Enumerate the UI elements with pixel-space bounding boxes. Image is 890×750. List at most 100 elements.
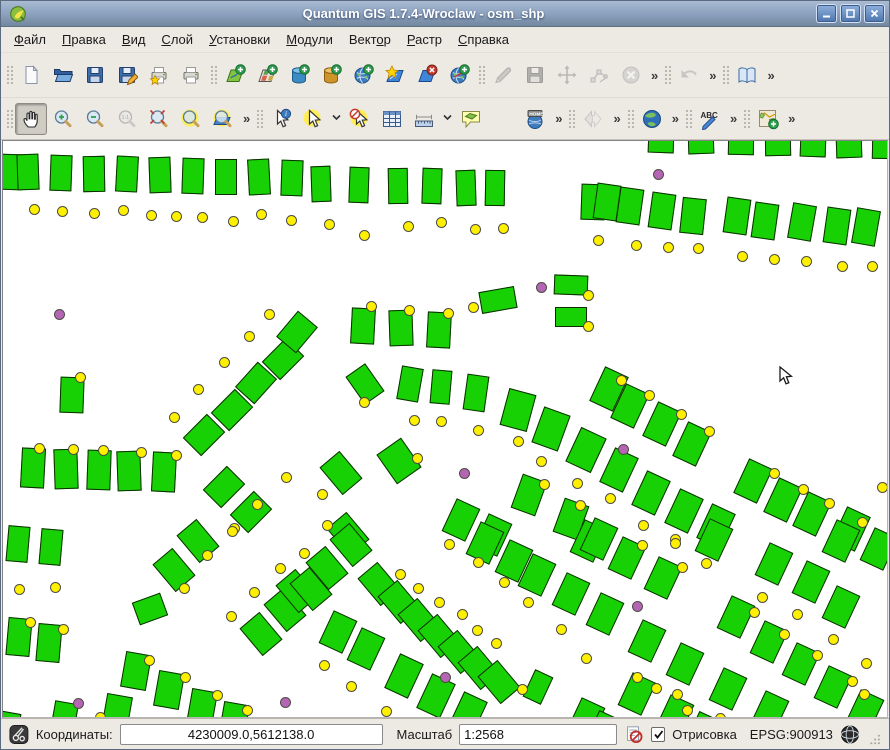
select-button[interactable] [297, 103, 329, 135]
map-canvas[interactable] [2, 140, 888, 718]
building-polygon [728, 140, 754, 155]
toolbar-drag-handle[interactable] [209, 64, 217, 86]
globe-plugin-button[interactable] [636, 103, 668, 135]
composer-manager-button[interactable] [175, 59, 207, 91]
building-polygon [463, 374, 490, 413]
add-spatialite-button[interactable] [315, 59, 347, 91]
zoom-full-button[interactable] [143, 103, 175, 135]
minimize-button[interactable] [816, 4, 837, 23]
menu-правка[interactable]: Правка [55, 29, 113, 50]
zoom-in-button[interactable] [47, 103, 79, 135]
poi-point [749, 607, 760, 618]
coordinates-input[interactable] [120, 724, 383, 745]
close-button[interactable] [864, 4, 885, 23]
print-composer-button[interactable] [143, 59, 175, 91]
toolbar-drag-handle[interactable] [721, 64, 729, 86]
toolbar-overflow-chevron[interactable]: » [705, 68, 719, 83]
remove-layer-button[interactable] [411, 59, 443, 91]
stop-render-icon[interactable] [624, 724, 644, 745]
pan-button[interactable] [15, 103, 47, 135]
zoom-native-button[interactable]: 1:1 [111, 103, 143, 135]
menu-вид[interactable]: Вид [115, 29, 153, 50]
building-polygon [644, 556, 683, 600]
add-vector-button[interactable] [219, 59, 251, 91]
toolbar-drag-handle[interactable] [255, 108, 263, 130]
zoom-layer-button[interactable] [175, 103, 207, 135]
svg-text:HOME: HOME [529, 111, 544, 117]
delete-selected-button[interactable] [615, 59, 647, 91]
menu-справка[interactable]: Справка [451, 29, 516, 50]
add-wms-button[interactable] [347, 59, 379, 91]
crs-status-icon[interactable] [840, 724, 860, 745]
poi-point [616, 375, 627, 386]
maximize-button[interactable] [840, 4, 861, 23]
undo-button[interactable] [673, 59, 705, 91]
dropdown-caret[interactable] [329, 110, 344, 128]
node-tool-button[interactable] [583, 59, 615, 91]
menu-вектор[interactable]: Вектор [342, 29, 398, 50]
offline-editing-button[interactable] [577, 103, 609, 135]
menu-слой[interactable]: Слой [154, 29, 200, 50]
current-edits-icon[interactable] [9, 724, 29, 745]
add-raster-button[interactable] [251, 59, 283, 91]
building-polygon [347, 627, 386, 671]
toolbar-overflow-chevron[interactable]: » [609, 111, 623, 126]
zoom-selection-button[interactable] [207, 103, 239, 135]
poi-point [498, 223, 509, 234]
toolbar-drag-handle[interactable] [5, 64, 13, 86]
building-polygon [38, 528, 63, 566]
new-shapefile-button[interactable] [379, 59, 411, 91]
save-button[interactable] [79, 59, 111, 91]
toggle-editing-button[interactable] [487, 59, 519, 91]
save-as-button[interactable] [111, 59, 143, 91]
osm-plugin-button[interactable] [752, 103, 784, 135]
bookmark-new-button[interactable] [487, 103, 519, 135]
deselect-button[interactable] [344, 103, 376, 135]
dropdown-caret[interactable] [440, 110, 455, 128]
add-postgis-button[interactable] [283, 59, 315, 91]
save-edits-button[interactable] [519, 59, 551, 91]
building-polygon [872, 140, 888, 159]
building-polygon [765, 140, 791, 156]
toolbar-overflow-chevron[interactable]: » [647, 68, 661, 83]
attr-table-button[interactable] [376, 103, 408, 135]
poi-point [226, 611, 237, 622]
toolbar-drag-handle[interactable] [663, 64, 671, 86]
toolbar-drag-handle[interactable] [567, 108, 575, 130]
measure-button[interactable] [408, 103, 440, 135]
toolbar-overflow-chevron[interactable]: » [668, 111, 682, 126]
menu-модули[interactable]: Модули [279, 29, 340, 50]
toolbar-overflow-chevron[interactable]: » [726, 111, 740, 126]
toolbar-drag-handle[interactable] [684, 108, 692, 130]
toolbar-drag-handle[interactable] [626, 108, 634, 130]
bookmark-show-button[interactable]: HOME [519, 103, 551, 135]
toolbar-drag-handle[interactable] [742, 108, 750, 130]
toolbar-overflow-chevron[interactable]: » [784, 111, 798, 126]
file-new-button[interactable] [15, 59, 47, 91]
toolbar-drag-handle[interactable] [477, 64, 485, 86]
building-polygon [531, 406, 570, 451]
title-bar[interactable]: Quantum GIS 1.7.4-Wroclaw - osm_shp [1, 1, 889, 27]
maptips-button[interactable] [455, 103, 487, 135]
zoom-out-button[interactable] [79, 103, 111, 135]
menu-файл[interactable]: Файл [7, 29, 53, 50]
scale-input[interactable] [459, 724, 617, 745]
building-polygon [430, 369, 453, 405]
menu-растр[interactable]: Растр [400, 29, 449, 50]
menu-установки[interactable]: Установки [202, 29, 277, 50]
toolbar-drag-handle[interactable] [5, 108, 13, 130]
identify-button[interactable]: i [265, 103, 297, 135]
resize-grip[interactable] [869, 733, 881, 749]
help-contents-button[interactable] [731, 59, 763, 91]
render-checkbox[interactable] [651, 727, 665, 742]
move-feature-button[interactable] [551, 59, 583, 91]
poi-point [877, 482, 888, 493]
labeling-button[interactable]: ABC [694, 103, 726, 135]
toolbar-overflow-chevron[interactable]: » [551, 111, 565, 126]
poi-point [252, 499, 263, 510]
toolbar-overflow-chevron[interactable]: » [763, 68, 777, 83]
add-wfs-button[interactable] [443, 59, 475, 91]
folder-open-button[interactable] [47, 59, 79, 91]
toolbar-overflow-chevron[interactable]: » [239, 111, 253, 126]
poi-point [715, 713, 726, 718]
